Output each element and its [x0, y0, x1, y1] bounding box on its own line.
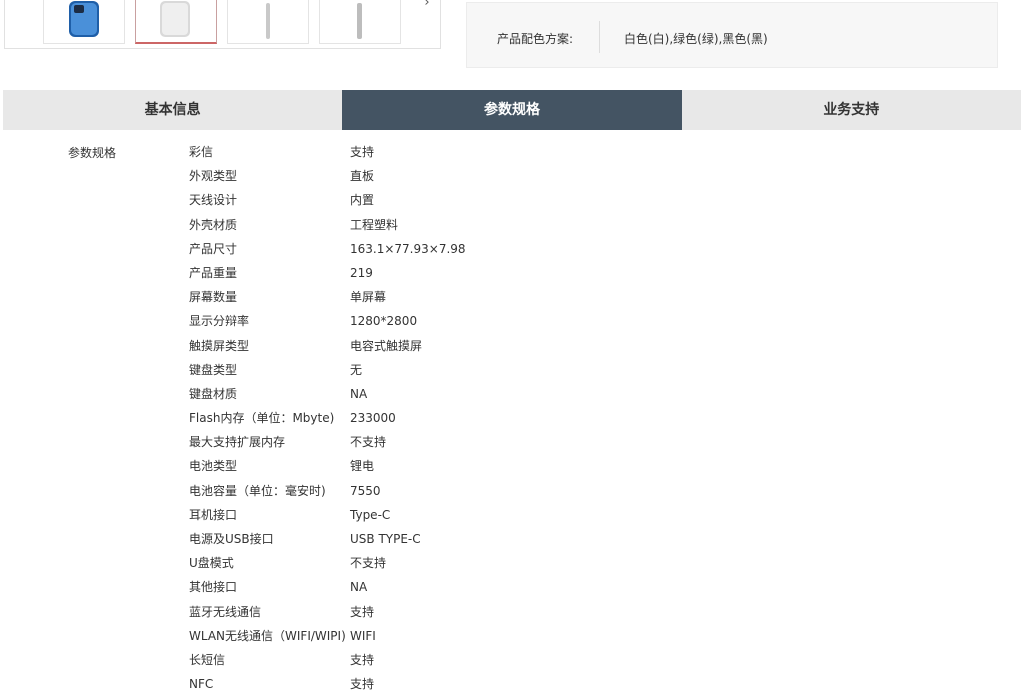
tab-bar: 基本信息 参数规格 业务支持: [3, 90, 1021, 130]
color-scheme-value: 白色(白),绿色(绿),黑色(黑): [624, 32, 768, 46]
tab-specifications[interactable]: 参数规格: [342, 90, 682, 130]
spec-row: 最大支持扩展内存 不支持: [189, 430, 789, 454]
spec-row: 彩信 支持: [189, 140, 789, 164]
spec-row: 耳机接口 Type-C: [189, 503, 789, 527]
spec-value: 电容式触摸屏: [350, 338, 423, 353]
spec-key: 显示分辩率: [189, 314, 250, 329]
spec-key: 天线设计: [189, 193, 238, 208]
phone-back-white-icon: [160, 1, 190, 37]
spec-key: 电源及USB接口: [189, 532, 274, 546]
spec-key: 外壳材质: [189, 217, 238, 232]
spec-row: 显示分辩率 1280*2800: [189, 309, 789, 333]
spec-key: 屏幕数量: [189, 290, 238, 305]
spec-key: 产品重量: [189, 265, 238, 280]
spec-key: 外观类型: [189, 169, 238, 184]
spec-key: 其他接口: [189, 580, 238, 595]
thumbnail-3[interactable]: [227, 0, 309, 44]
spec-value: 无: [350, 362, 363, 377]
spec-value: 工程塑料: [350, 217, 399, 232]
spec-list: 彩信 支持 外观类型 直板 天线设计 内置 外壳材质 工程塑料 产品尺寸 163.1×77.93×…: [189, 140, 789, 696]
spec-key: U盘模式: [189, 556, 234, 571]
spec-key: 耳机接口: [189, 507, 238, 522]
spec-key: 键盘类型: [189, 362, 238, 377]
phone-side-icon: [266, 3, 270, 39]
spec-value: 直板: [350, 169, 375, 184]
thumbnail-2[interactable]: [135, 0, 217, 44]
spec-key: 键盘材质: [189, 386, 238, 401]
spec-row: 产品重量 219: [189, 261, 789, 285]
spec-value: 支持: [350, 604, 375, 619]
spec-row: WLAN无线通信（WIFI/WIPI) WIFI: [189, 624, 789, 648]
tab-business-support[interactable]: 业务支持: [682, 90, 1021, 130]
spec-row: 键盘材质 NA: [189, 382, 789, 406]
color-scheme-label: 产品配色方案:: [497, 32, 574, 46]
spec-value: 1280*2800: [350, 314, 418, 329]
spec-key: 最大支持扩展内存: [189, 435, 286, 450]
spec-row: 屏幕数量 单屏幕: [189, 285, 789, 309]
spec-key: Flash内存（单位：Mbyte): [189, 411, 335, 426]
spec-value: WIFI: [350, 628, 376, 643]
spec-key: NFC: [189, 677, 214, 692]
spec-value: 不支持: [350, 556, 387, 571]
chevron-right-icon[interactable]: ›: [417, 0, 437, 17]
color-scheme-box: 产品配色方案: 白色(白),绿色(绿),黑色(黑): [466, 2, 998, 68]
spec-key: 彩信: [189, 145, 214, 159]
spec-row: Flash内存（单位：Mbyte) 233000: [189, 406, 789, 430]
spec-key: WLAN无线通信（WIFI/WIPI): [189, 628, 346, 643]
spec-row: 外壳材质 工程塑料: [189, 213, 789, 237]
spec-value: NA: [350, 386, 368, 401]
spec-value: USB TYPE-C: [350, 532, 421, 546]
spec-key: 触摸屏类型: [189, 338, 250, 353]
spec-value: NA: [350, 580, 368, 595]
spec-row: 电源及USB接口 USB TYPE-C: [189, 527, 789, 551]
spec-row: U盘模式 不支持: [189, 551, 789, 575]
spec-value: 锂电: [350, 459, 375, 474]
spec-row: 长短信 支持: [189, 648, 789, 672]
spec-row: 天线设计 内置: [189, 188, 789, 212]
product-detail-page: › 产品配色方案: 白色(白),绿色(绿),黑色(黑) 基本信息 参数规格 业务…: [0, 0, 1024, 700]
spec-row: 电池类型 锂电: [189, 454, 789, 478]
spec-value: 233000: [350, 411, 396, 426]
spec-key: 电池容量（单位：毫安时): [189, 483, 326, 498]
spec-value: 163.1×77.93×7.98: [350, 241, 466, 256]
spec-row: 触摸屏类型 电容式触摸屏: [189, 334, 789, 358]
spec-row: 电池容量（单位：毫安时) 7550: [189, 479, 789, 503]
spec-row: 其他接口 NA: [189, 575, 789, 599]
spec-value: 支持: [350, 652, 375, 667]
spec-value: Type-C: [350, 507, 391, 522]
spec-row: 产品尺寸 163.1×77.93×7.98: [189, 237, 789, 261]
spec-value: 7550: [350, 483, 381, 498]
phone-side-icon: [357, 3, 362, 39]
spec-value: 不支持: [350, 435, 387, 450]
spec-row: 键盘类型 无: [189, 358, 789, 382]
spec-key: 蓝牙无线通信: [189, 604, 262, 619]
spec-row: 蓝牙无线通信 支持: [189, 600, 789, 624]
tab-basic-info[interactable]: 基本信息: [3, 90, 342, 130]
spec-row: NFC 支持: [189, 672, 789, 696]
spec-key: 长短信: [189, 652, 226, 667]
spec-section-title: 参数规格: [68, 146, 117, 160]
spec-value: 内置: [350, 193, 375, 208]
spec-key: 产品尺寸: [189, 241, 238, 256]
spec-value: 219: [350, 265, 373, 280]
spec-value: 单屏幕: [350, 290, 387, 305]
spec-value: 支持: [350, 145, 375, 159]
thumbnail-strip: ›: [4, 0, 441, 49]
spec-key: 电池类型: [189, 459, 238, 474]
spec-value: 支持: [350, 677, 375, 692]
phone-back-blue-icon: [69, 1, 99, 37]
divider: [599, 21, 600, 53]
thumbnail-1[interactable]: [43, 0, 125, 44]
spec-row: 外观类型 直板: [189, 164, 789, 188]
thumbnail-4[interactable]: [319, 0, 401, 44]
